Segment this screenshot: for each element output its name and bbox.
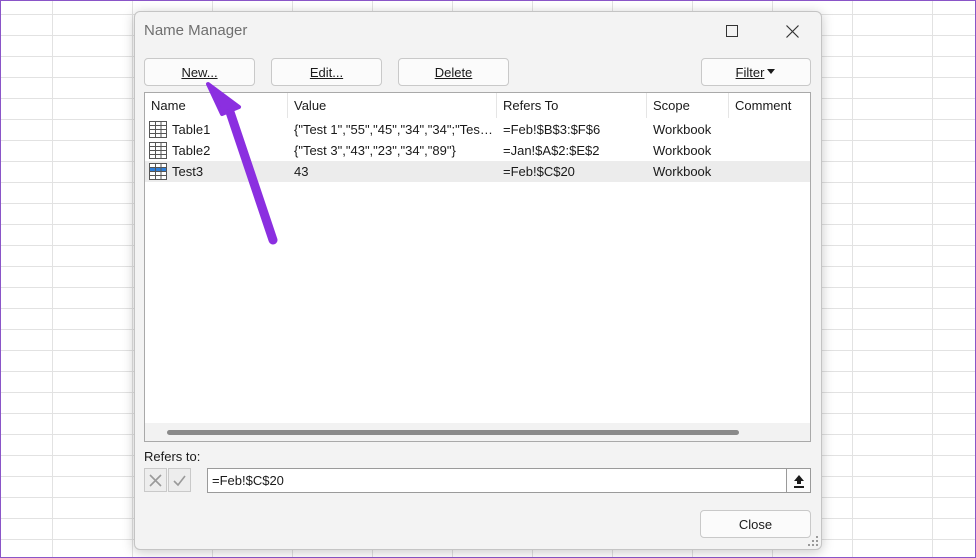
close-window-button[interactable] bbox=[769, 12, 815, 50]
row-comment bbox=[735, 161, 810, 182]
dropdown-arrow-icon bbox=[767, 69, 776, 74]
row-name: Test3 bbox=[172, 164, 204, 179]
table-icon bbox=[149, 121, 167, 138]
close-icon bbox=[785, 24, 799, 38]
upload-arrow-icon bbox=[793, 474, 804, 488]
list-item-table1[interactable]: Table1 {"Test 1","55","45","34","34";"Te… bbox=[145, 119, 810, 140]
filter-button[interactable]: Filter bbox=[701, 58, 811, 86]
column-header-scope[interactable]: Scope bbox=[647, 93, 729, 118]
column-header-refers-to[interactable]: Refers To bbox=[497, 93, 647, 118]
close-button-label: Close bbox=[738, 516, 773, 532]
dialog-title: Name Manager bbox=[144, 22, 248, 39]
cancel-edit-button[interactable] bbox=[144, 468, 167, 492]
row-refers-to: =Feb!$B$3:$F$6 bbox=[503, 122, 601, 137]
delete-button-label: Delete bbox=[434, 64, 473, 80]
row-scope: Workbook bbox=[653, 143, 712, 158]
row-name: Table1 bbox=[172, 122, 211, 137]
name-manager-dialog: Name Manager New... Edit... Delete Filte… bbox=[134, 11, 822, 550]
delete-button[interactable]: Delete bbox=[398, 58, 509, 86]
row-scope: Workbook bbox=[653, 164, 712, 179]
row-value: 43 bbox=[294, 164, 309, 179]
row-name: Table2 bbox=[172, 143, 211, 158]
column-header-comment[interactable]: Comment bbox=[729, 93, 810, 118]
row-refers-to: =Feb!$C$20 bbox=[503, 164, 575, 179]
close-button[interactable]: Close bbox=[700, 510, 811, 538]
list-item-test3[interactable]: Test3 43 =Feb!$C$20 Workbook bbox=[145, 161, 810, 182]
names-list[interactable]: Name Value Refers To Scope Comment Table… bbox=[144, 92, 811, 442]
confirm-edit-button[interactable] bbox=[168, 468, 191, 492]
checkmark-icon bbox=[173, 475, 186, 486]
horizontal-scrollbar[interactable] bbox=[145, 423, 810, 441]
refers-to-input[interactable]: =Feb!$C$20 bbox=[207, 468, 787, 493]
maximize-button[interactable] bbox=[709, 12, 755, 50]
row-value: {"Test 3","43","23","34","89"} bbox=[294, 143, 456, 158]
row-comment bbox=[735, 119, 810, 140]
collapse-dialog-button[interactable] bbox=[786, 468, 811, 493]
maximize-icon bbox=[726, 25, 738, 37]
row-refers-to: =Jan!$A$2:$E$2 bbox=[503, 143, 600, 158]
list-item-table2[interactable]: Table2 {"Test 3","43","23","34","89"} =J… bbox=[145, 140, 810, 161]
row-comment bbox=[735, 140, 810, 161]
new-button[interactable]: New... bbox=[144, 58, 255, 86]
row-scope: Workbook bbox=[653, 122, 712, 137]
list-header: Name Value Refers To Scope Comment bbox=[145, 93, 810, 118]
resize-grip-icon[interactable] bbox=[808, 536, 818, 546]
filter-button-label: Filter bbox=[735, 64, 765, 80]
named-range-icon bbox=[149, 163, 167, 180]
table-icon bbox=[149, 142, 167, 159]
row-value: {"Test 1","55","45","34","34";"Test... bbox=[294, 122, 494, 137]
cancel-icon bbox=[149, 473, 162, 487]
edit-button-label: Edit... bbox=[309, 64, 344, 80]
refers-to-label: Refers to: bbox=[144, 449, 201, 464]
column-header-name[interactable]: Name bbox=[145, 93, 288, 118]
scrollbar-thumb[interactable] bbox=[167, 430, 739, 435]
edit-button[interactable]: Edit... bbox=[271, 58, 382, 86]
new-button-label: New... bbox=[181, 64, 218, 80]
column-header-value[interactable]: Value bbox=[288, 93, 497, 118]
